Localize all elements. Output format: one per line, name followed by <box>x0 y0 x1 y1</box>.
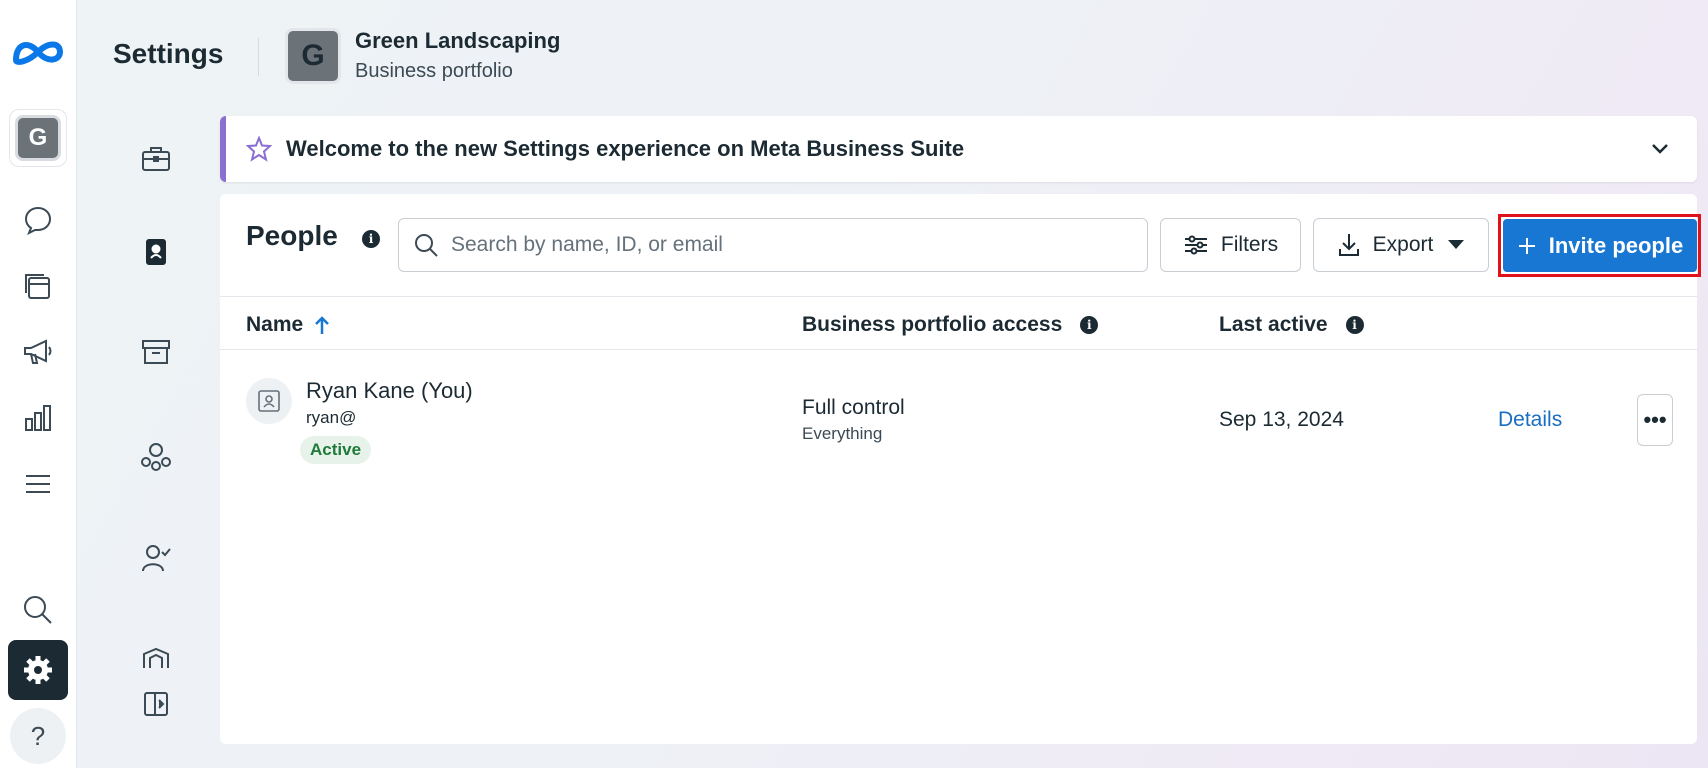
subnav-user-check[interactable] <box>136 538 176 578</box>
business-name[interactable]: Green Landscaping <box>355 28 560 54</box>
ads-nav[interactable] <box>5 322 71 382</box>
insights-nav[interactable] <box>5 388 71 448</box>
people-info-icon[interactable]: i <box>362 230 380 248</box>
page-title: Settings <box>113 38 224 69</box>
column-access: Business portfolio access i <box>802 313 1099 337</box>
pages-icon <box>25 274 50 299</box>
archive-icon <box>142 340 170 364</box>
subnav-archive[interactable] <box>136 332 176 372</box>
last-active-date: Sep 13, 2024 <box>1219 408 1344 431</box>
download-icon <box>1338 234 1359 256</box>
subnav-partners[interactable] <box>136 435 176 475</box>
people-card: People i Filters Export Invite people Na… <box>220 194 1701 744</box>
person-badge-icon <box>258 390 280 412</box>
bar-chart-icon <box>25 405 51 431</box>
plus-icon <box>1518 237 1535 254</box>
left-rail: G ? <box>0 0 77 768</box>
banner-text: Welcome to the new Settings experience o… <box>286 136 965 161</box>
access-detail: Everything <box>802 424 883 443</box>
all-tools-nav[interactable] <box>5 454 71 514</box>
subnav-collapse[interactable] <box>136 684 176 724</box>
user-check-icon <box>142 545 171 572</box>
account-avatar-frame: G <box>9 109 67 167</box>
column-last-active-label: Last active <box>1219 313 1328 336</box>
network-icon <box>141 443 171 471</box>
star-icon <box>246 136 272 162</box>
meta-logo-icon <box>12 41 64 65</box>
menu-icon <box>26 475 50 493</box>
header-divider <box>258 38 259 76</box>
gear-icon <box>24 656 52 684</box>
column-name[interactable]: Name <box>246 313 331 337</box>
search-input[interactable] <box>451 233 1131 257</box>
shield-icon <box>143 647 169 668</box>
user-name: Ryan Kane (You) <box>306 378 473 403</box>
table-row[interactable] <box>220 350 1697 490</box>
people-title: People <box>246 220 338 251</box>
column-access-label: Business portfolio access <box>802 313 1063 336</box>
search-icon <box>415 234 438 257</box>
search-box[interactable] <box>398 218 1148 272</box>
access-level: Full control <box>802 396 905 419</box>
sort-ascending-icon[interactable] <box>313 315 331 335</box>
user-avatar <box>246 378 292 424</box>
caret-down-icon <box>1448 240 1465 249</box>
invite-label: Invite people <box>1548 232 1684 258</box>
chevron-down-icon[interactable] <box>1649 138 1671 160</box>
sliders-icon <box>1184 235 1207 255</box>
table-header: Name Business portfolio access i Last ac… <box>220 296 1697 350</box>
more-options-button[interactable]: ••• <box>1637 394 1673 446</box>
help-icon: ? <box>10 708 66 764</box>
briefcase-icon <box>142 147 170 171</box>
megaphone-icon <box>24 339 52 364</box>
search-nav[interactable] <box>5 580 71 640</box>
settings-nav[interactable] <box>5 640 71 700</box>
welcome-banner[interactable]: Welcome to the new Settings experience o… <box>220 116 1697 182</box>
filters-button[interactable]: Filters <box>1160 218 1301 272</box>
help-nav[interactable]: ? <box>5 706 71 766</box>
column-name-label: Name <box>246 313 304 336</box>
subnav-security[interactable] <box>136 638 176 678</box>
business-avatar[interactable]: G <box>285 28 341 84</box>
inbox-nav[interactable] <box>5 190 71 250</box>
last-active-info-icon[interactable]: i <box>1345 316 1364 334</box>
invite-people-button[interactable]: Invite people <box>1503 219 1697 272</box>
account-switcher[interactable]: G <box>5 108 71 168</box>
business-initial: G <box>301 39 325 72</box>
status-badge: Active <box>300 436 372 464</box>
content-nav[interactable] <box>5 256 71 316</box>
meta-logo[interactable] <box>5 22 71 82</box>
people-badge-icon <box>146 239 166 265</box>
filters-label: Filters <box>1220 233 1279 256</box>
collapse-panel-icon <box>144 692 168 716</box>
settings-nav-active <box>8 640 68 700</box>
column-last-active: Last active i <box>1219 313 1364 337</box>
chat-icon <box>24 206 52 235</box>
access-info-icon[interactable]: i <box>1080 316 1099 334</box>
user-email: ryan@ <box>306 408 357 427</box>
account-avatar: G <box>15 115 61 161</box>
subnav-business-assets[interactable] <box>136 139 176 179</box>
export-button[interactable]: Export <box>1313 218 1489 272</box>
details-link[interactable]: Details <box>1498 408 1562 432</box>
export-label: Export <box>1372 233 1434 256</box>
business-subtitle: Business portfolio <box>355 60 513 82</box>
search-icon <box>24 596 52 624</box>
subnav-people[interactable] <box>136 232 176 272</box>
